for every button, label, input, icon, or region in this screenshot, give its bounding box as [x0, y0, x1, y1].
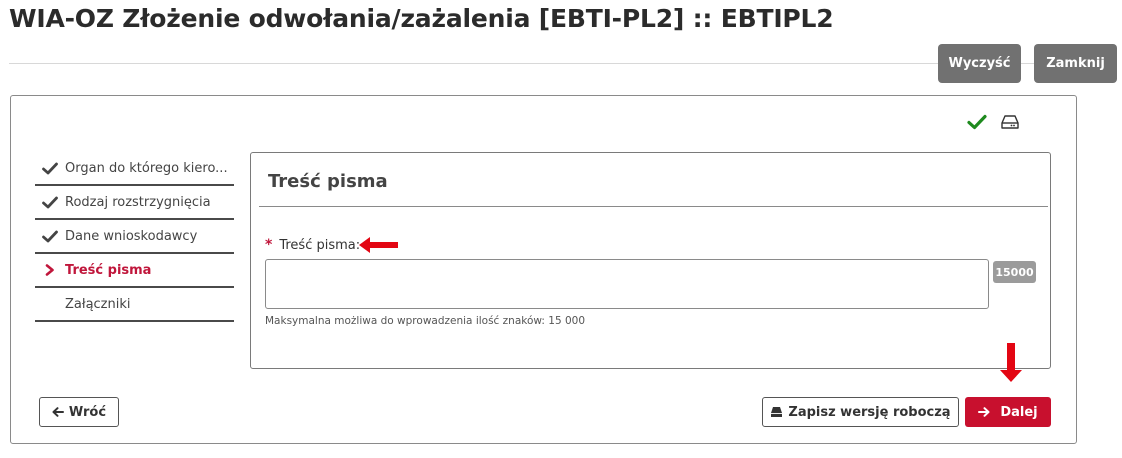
step-label: Organ do którego kiero... [65, 160, 228, 176]
page-title: WIA-OZ Złożenie odwołania/zażalenia [EBT… [9, 4, 834, 33]
status-icons [967, 114, 1019, 134]
checkmark-icon [35, 162, 65, 175]
section-title: Treść pisma [268, 171, 388, 192]
step-label: Załączniki [65, 296, 131, 312]
next-label: Dalej [1000, 404, 1038, 420]
hard-drive-icon[interactable] [1001, 114, 1019, 134]
step-label: Rodzaj rozstrzygnięcia [65, 194, 211, 210]
tresc-pisma-textarea[interactable] [265, 259, 989, 309]
save-draft-button[interactable]: Zapisz wersję roboczą [762, 397, 959, 427]
validation-ok-icon[interactable] [967, 114, 987, 134]
annotation-arrow-left-icon [359, 237, 398, 253]
back-button[interactable]: Wróć [39, 397, 119, 427]
char-counter-badge: 15000 [993, 261, 1036, 283]
checkmark-icon [35, 196, 65, 209]
arrow-right-icon [978, 407, 990, 417]
field-label-text: Treść pisma: [279, 237, 361, 253]
step-tresc-pisma[interactable]: Treść pisma [35, 254, 234, 288]
back-label: Wróć [68, 404, 107, 420]
required-marker: * [265, 237, 273, 253]
step-zalaczniki[interactable]: Załączniki [35, 288, 234, 322]
next-button[interactable]: Dalej [965, 397, 1051, 427]
step-organ[interactable]: Organ do którego kiero... [35, 152, 234, 186]
steps-nav: Organ do którego kiero... Rodzaj rozstrz… [35, 152, 234, 322]
close-button[interactable]: Zamknij [1034, 44, 1117, 83]
step-rodzaj-rozstrzygniecia[interactable]: Rodzaj rozstrzygnięcia [35, 186, 234, 220]
section-divider [259, 206, 1048, 207]
tresc-pisma-label: * Treść pisma: [265, 237, 360, 253]
step-label: Treść pisma [65, 262, 152, 278]
annotation-arrow-down-icon [1000, 343, 1022, 382]
step-dane-wnioskodawcy[interactable]: Dane wnioskodawcy [35, 220, 234, 254]
checkmark-icon [35, 230, 65, 243]
hard-drive-icon [771, 407, 783, 417]
arrow-left-icon [52, 407, 64, 417]
clear-button[interactable]: Wyczyść [938, 44, 1021, 83]
char-limit-hint: Maksymalna możliwa do wprowadzenia ilość… [265, 315, 586, 327]
save-draft-label: Zapisz wersję roboczą [788, 404, 951, 420]
step-label: Dane wnioskodawcy [65, 228, 198, 244]
chevron-right-icon [35, 264, 65, 276]
